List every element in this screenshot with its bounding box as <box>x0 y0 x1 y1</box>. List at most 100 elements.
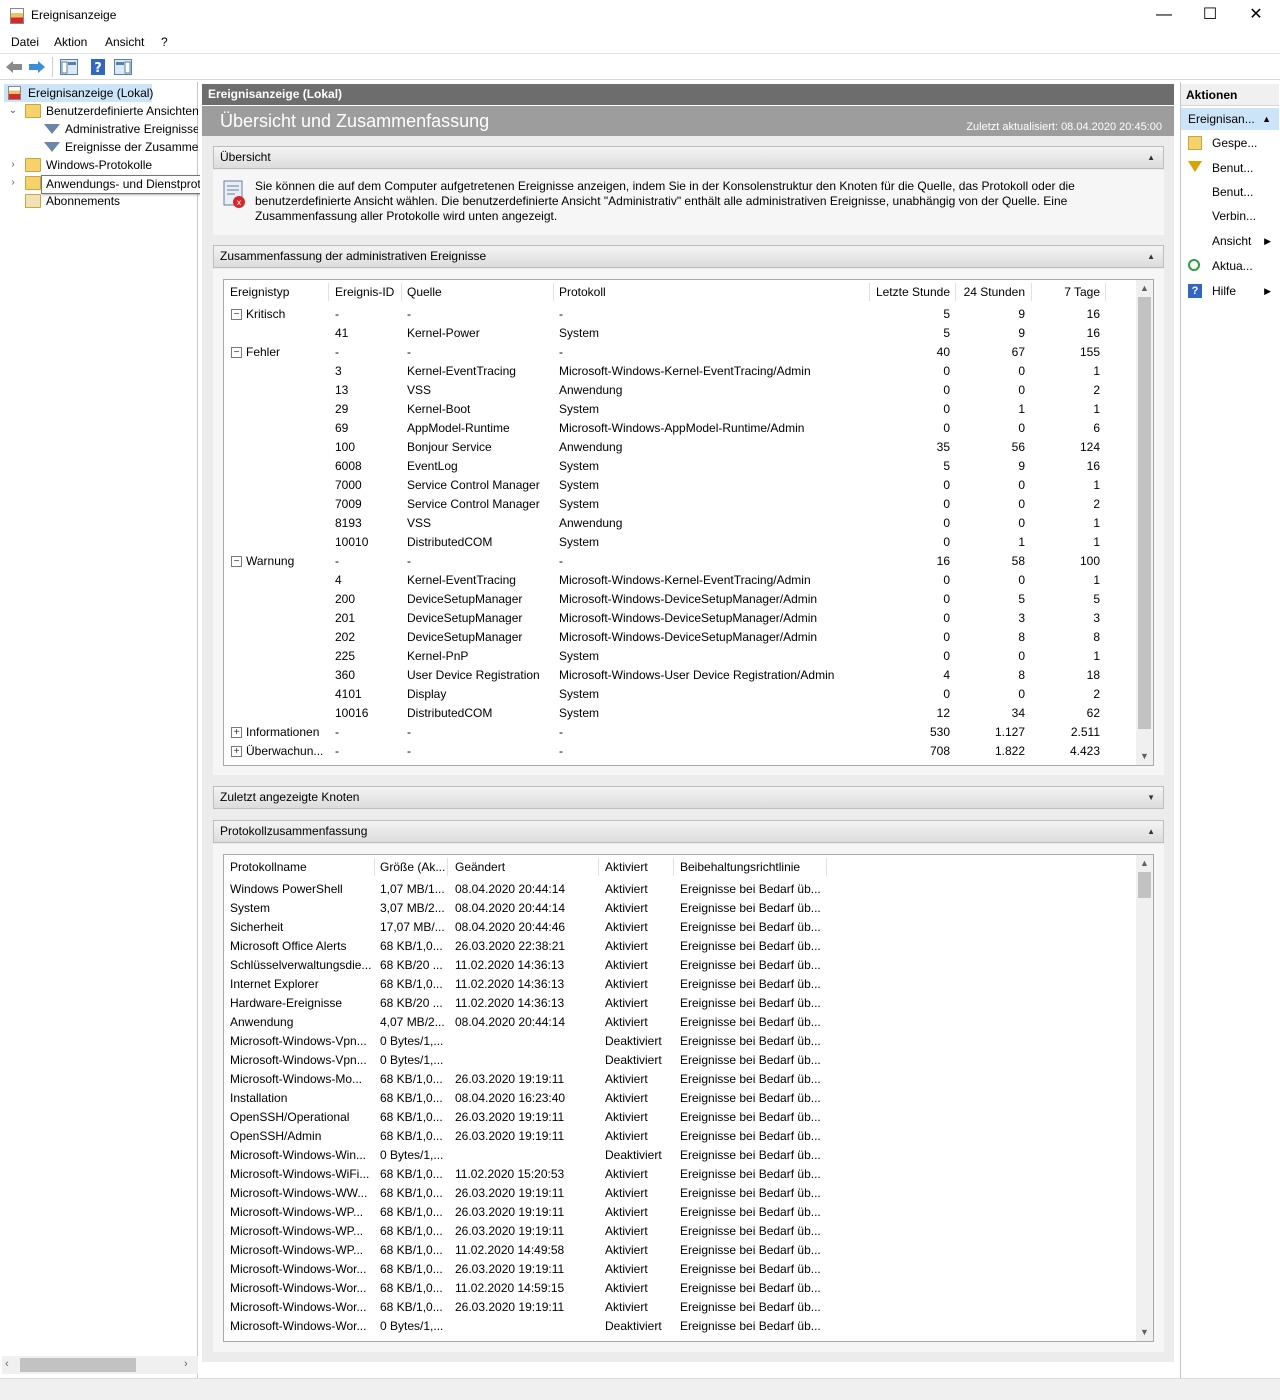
chevron-down-icon[interactable]: ⌄ <box>7 102 19 120</box>
close-button[interactable]: ✕ <box>1233 0 1279 31</box>
action-item[interactable]: Ansicht ▶ <box>1181 229 1279 253</box>
table-row[interactable]: 200 DeviceSetupManager Microsoft-Windows-D… <box>224 590 1136 609</box>
action-item[interactable]: Benut... <box>1181 156 1279 180</box>
scrollbar-thumb[interactable] <box>20 1358 136 1372</box>
collapse-icon[interactable]: − <box>231 556 242 567</box>
table-row[interactable]: Sicherheit 17,07 MB/... 08.04.2020 20:44:4… <box>224 918 1136 937</box>
table-row[interactable]: Microsoft-Windows-WP... 68 KB/1,0... 26.03… <box>224 1222 1136 1241</box>
table-row[interactable]: Microsoft-Windows-WP... 68 KB/1,0... 26.03… <box>224 1203 1136 1222</box>
column-header[interactable]: Geändert <box>455 855 599 879</box>
expand-icon[interactable]: ▼ <box>1147 787 1155 808</box>
menu-aktion[interactable]: Aktion <box>54 35 87 49</box>
table-row[interactable]: Internet Explorer 68 KB/1,0... 11.02.2020 … <box>224 975 1136 994</box>
menu-datei[interactable]: Datei <box>11 35 39 49</box>
collapse-icon[interactable]: ▲ <box>1147 147 1155 168</box>
table-row[interactable]: Installation 68 KB/1,0... 08.04.2020 16:23… <box>224 1089 1136 1108</box>
table-row[interactable]: − Warnung - - - 16 58 100 <box>224 552 1136 571</box>
section-recent-nodes-header[interactable]: Zuletzt angezeigte Knoten ▼ <box>213 786 1164 809</box>
scroll-up-icon[interactable]: ▲ <box>1136 855 1153 872</box>
table-row[interactable]: 7009 Service Control Manager System 0 0 2 <box>224 495 1136 514</box>
column-header[interactable]: Aktiviert <box>605 855 673 879</box>
help-icon[interactable]: ? <box>90 59 108 75</box>
table-row[interactable]: Microsoft-Windows-WP... 68 KB/1,0... 11.02… <box>224 1241 1136 1260</box>
table-row[interactable]: Anwendung 4,07 MB/2... 08.04.2020 20:44:14… <box>224 1013 1136 1032</box>
table-row[interactable]: 3 Kernel-EventTracing Microsoft-Windows-Ke… <box>224 362 1136 381</box>
expand-icon[interactable]: + <box>231 727 242 738</box>
table-row[interactable]: OpenSSH/Operational 68 KB/1,0... 26.03.202… <box>224 1108 1136 1127</box>
scroll-down-icon[interactable]: ▼ <box>1136 748 1153 765</box>
action-item[interactable]: Gespe... <box>1181 131 1279 155</box>
collapse-icon[interactable]: ▲ <box>1147 821 1155 842</box>
tree-item-event-viewer-local[interactable]: Ereignisanzeige (Lokal) <box>4 84 153 102</box>
table-row[interactable]: 10010 DistributedCOM System 0 1 1 <box>224 533 1136 552</box>
scrollbar-thumb[interactable] <box>1138 297 1151 729</box>
action-item[interactable]: Verbin... <box>1181 204 1279 228</box>
section-log-summary-header[interactable]: Protokollzusammenfassung ▲ <box>213 820 1164 843</box>
action-item[interactable]: ? Hilfe ▶ <box>1181 279 1279 303</box>
scroll-right-icon[interactable]: › <box>184 1358 188 1370</box>
vertical-scrollbar[interactable]: ▲ ▼ <box>1136 855 1153 1341</box>
table-row[interactable]: Microsoft-Windows-Mo... 68 KB/1,0... 26.03… <box>224 1070 1136 1089</box>
action-item[interactable]: Benut... <box>1181 180 1279 204</box>
column-header[interactable]: Quelle <box>407 280 555 304</box>
forward-arrow-icon[interactable] <box>28 59 46 75</box>
table-row[interactable]: Microsoft-Windows-Wor... 68 KB/1,0... 26.0… <box>224 1260 1136 1279</box>
table-row[interactable]: 7000 Service Control Manager System 0 0 1 <box>224 476 1136 495</box>
table-row[interactable]: Microsoft Office Alerts 68 KB/1,0... 26.03… <box>224 937 1136 956</box>
table-row[interactable]: Schlüsselverwaltungsdie... 68 KB/20 ... 11… <box>224 956 1136 975</box>
table-row[interactable]: 13 VSS Anwendung 0 0 2 <box>224 381 1136 400</box>
column-header[interactable]: Ereignistyp <box>230 280 328 304</box>
table-row[interactable]: 4 Kernel-EventTracing Microsoft-Windows-Ke… <box>224 571 1136 590</box>
table-row[interactable]: OpenSSH/Admin 68 KB/1,0... 26.03.2020 19:1… <box>224 1127 1136 1146</box>
table-row[interactable]: 4101 Display System 0 0 2 <box>224 685 1136 704</box>
table-row[interactable]: − Kritisch - - - 5 9 16 <box>224 305 1136 324</box>
tree-item-administrative-events[interactable]: Administrative Ereignisse <box>42 120 198 138</box>
table-row[interactable]: 29 Kernel-Boot System 0 1 1 <box>224 400 1136 419</box>
table-row[interactable]: System 3,07 MB/2... 08.04.2020 20:44:14 Akt… <box>224 899 1136 918</box>
table-row[interactable]: Microsoft-Windows-Wor... 68 KB/1,0... 11.0… <box>224 1279 1136 1298</box>
table-row[interactable]: Microsoft-Windows-WiFi... 68 KB/1,0... 11.… <box>224 1165 1136 1184</box>
collapse-icon[interactable]: ▲ <box>1262 108 1271 130</box>
column-header[interactable]: Letzte Stunde <box>869 280 950 304</box>
table-row[interactable]: Microsoft-Windows-Wor... 68 KB/1,0... 26.0… <box>224 1298 1136 1317</box>
show-hide-tree-icon[interactable] <box>60 59 78 75</box>
table-row[interactable]: Microsoft-Windows-Win... 0 Bytes/1,... Dea… <box>224 1146 1136 1165</box>
expand-icon[interactable]: + <box>231 746 242 757</box>
section-overview-header[interactable]: Übersicht ▲ <box>213 146 1164 169</box>
table-row[interactable]: 360 User Device Registration Microsoft-Win… <box>224 666 1136 685</box>
vertical-scrollbar[interactable]: ▲ ▼ <box>1136 280 1153 765</box>
tree-item-subscriptions[interactable]: Abonnements <box>6 192 198 210</box>
chevron-right-icon[interactable]: › <box>7 174 19 192</box>
submenu-arrow-icon[interactable]: ▶ <box>1264 229 1271 253</box>
table-row[interactable]: 69 AppModel-Runtime Microsoft-Windows-AppM… <box>224 419 1136 438</box>
column-header[interactable]: Protokollname <box>230 855 372 879</box>
horizontal-scrollbar[interactable]: ‹ › <box>2 1356 198 1374</box>
collapse-icon[interactable]: ▲ <box>1147 246 1155 267</box>
action-item[interactable]: Aktua... <box>1181 254 1279 278</box>
table-row[interactable]: 10016 DistributedCOM System 12 34 62 <box>224 704 1136 723</box>
column-header[interactable]: Beibehaltungsrichtlinie <box>680 855 826 879</box>
table-row[interactable]: + Überwachun... - - -708 1.822 4.423 <box>224 742 1136 761</box>
table-row[interactable]: + Informationen - - - 530 1.127 2.511 <box>224 723 1136 742</box>
table-row[interactable]: 41 Kernel-Power System 5 9 16 <box>224 324 1136 343</box>
table-row[interactable]: 100 Bonjour Service Anwendung 35 56 124 <box>224 438 1136 457</box>
tree-item-summary-events[interactable]: Ereignisse der Zusammenfassung <box>42 138 198 156</box>
table-row[interactable]: 225 Kernel-PnP System 0 0 1 <box>224 647 1136 666</box>
actions-group-event-viewer[interactable]: Ereignisan... ▲ <box>1181 108 1279 130</box>
maximize-button[interactable]: ☐ <box>1187 0 1233 31</box>
scroll-down-icon[interactable]: ▼ <box>1136 1324 1153 1341</box>
chevron-right-icon[interactable]: › <box>7 156 19 174</box>
submenu-arrow-icon[interactable]: ▶ <box>1264 279 1271 303</box>
show-hide-action-pane-icon[interactable] <box>114 59 132 75</box>
back-arrow-icon[interactable] <box>5 59 23 75</box>
collapse-icon[interactable]: − <box>231 347 242 358</box>
table-row[interactable]: Microsoft-Windows-WW... 68 KB/1,0... 26.03… <box>224 1184 1136 1203</box>
scrollbar-thumb[interactable] <box>1138 872 1151 898</box>
tree-item-windows-logs[interactable]: › Windows-Protokolle <box>6 156 198 174</box>
column-header[interactable]: 7 Tage <box>1030 280 1100 304</box>
scroll-up-icon[interactable]: ▲ <box>1136 280 1153 297</box>
column-header[interactable]: Protokoll <box>559 280 869 304</box>
collapse-icon[interactable]: − <box>231 309 242 320</box>
column-header[interactable]: 24 Stunden <box>956 280 1025 304</box>
table-row[interactable]: Microsoft-Windows-Vpn... 0 Bytes/1,... Dea… <box>224 1032 1136 1051</box>
